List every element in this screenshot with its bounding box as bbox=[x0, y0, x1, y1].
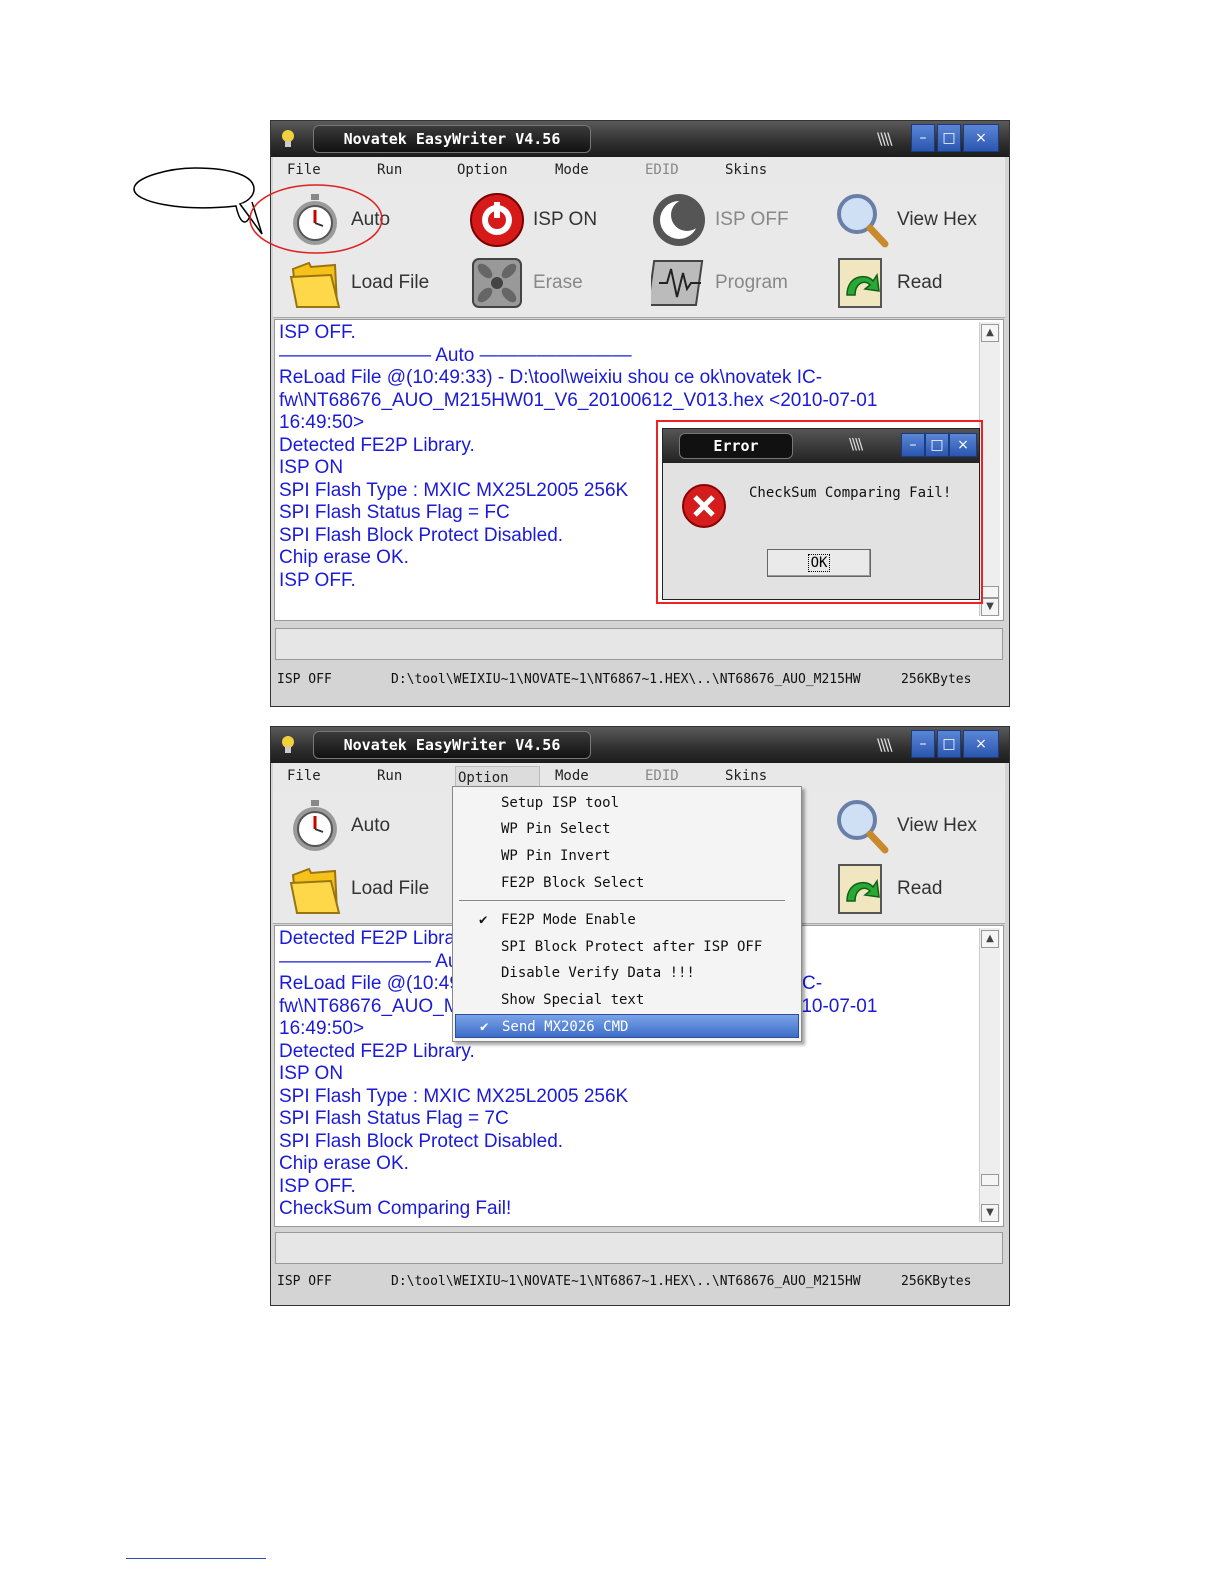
menu-item-label: FE2P Mode Enable bbox=[501, 912, 636, 928]
scroll-thumb[interactable] bbox=[981, 586, 999, 598]
menu-item-label: FE2P Block Select bbox=[501, 875, 645, 891]
menu-item-label: WP Pin Invert bbox=[501, 848, 611, 864]
menu-item-label: SPI Block Protect after ISP OFF bbox=[501, 939, 763, 955]
status-size: 256KBytes bbox=[901, 672, 972, 687]
close-button[interactable]: × bbox=[963, 730, 999, 758]
command-input[interactable] bbox=[275, 1232, 1003, 1264]
status-path: D:\tool\WEIXIU~1\NOVATE~1\NT6867~1.HEX\.… bbox=[391, 672, 861, 687]
window-title: Novatek EasyWriter V4.56 bbox=[313, 731, 591, 759]
menu-item-wp-pin-invert[interactable]: WP Pin Invert bbox=[455, 844, 799, 868]
load-file-button[interactable]: Load File bbox=[287, 861, 429, 917]
error-dialog-title-bar[interactable]: Error \\\\ – □ × bbox=[663, 429, 979, 463]
menu-item-fe2p-block-select[interactable]: FE2P Block Select bbox=[455, 871, 799, 895]
scroll-thumb[interactable] bbox=[981, 1174, 999, 1186]
menu-file[interactable]: File bbox=[287, 768, 321, 784]
log-line: SPI Flash Block Protect Disabled. bbox=[279, 1130, 564, 1152]
status-path: D:\tool\WEIXIU~1\NOVATE~1\NT6867~1.HEX\.… bbox=[391, 1274, 861, 1289]
menu-item-show-special-text[interactable]: Show Special text bbox=[455, 988, 799, 1012]
menu-item-label: Send MX2026 CMD bbox=[502, 1019, 629, 1035]
menu-item-label: Disable Verify Data !!! bbox=[501, 965, 695, 981]
dialog-minimize-button[interactable]: – bbox=[901, 433, 925, 457]
status-bar: ISP OFF D:\tool\WEIXIU~1\NOVATE~1\NT6867… bbox=[275, 668, 1003, 692]
auto-button[interactable]: Auto bbox=[287, 798, 390, 854]
menu-separator bbox=[459, 900, 785, 901]
option-dropdown-menu: Setup ISP tool WP Pin Select WP Pin Inve… bbox=[452, 786, 802, 1042]
error-icon bbox=[682, 484, 726, 528]
menu-item-label: Show Special text bbox=[501, 992, 645, 1008]
stopwatch-icon bbox=[293, 800, 337, 851]
menu-item-disable-verify[interactable]: Disable Verify Data !!! bbox=[455, 961, 799, 985]
menu-item-send-mx2026-cmd[interactable]: ✔ Send MX2026 CMD bbox=[455, 1014, 799, 1038]
ok-button[interactable]: OK bbox=[767, 549, 871, 577]
log-line: ISP OFF. bbox=[279, 1175, 356, 1197]
log-line: Chip erase OK. bbox=[279, 1153, 409, 1174]
dialog-maximize-button[interactable]: □ bbox=[925, 433, 949, 457]
load-file-label: Load File bbox=[351, 878, 430, 899]
log-line: ISP ON bbox=[279, 1063, 344, 1084]
auto-highlight-circle bbox=[249, 184, 383, 254]
callout-bubble bbox=[133, 167, 255, 223]
read-label: Read bbox=[897, 878, 943, 899]
folder-icon bbox=[289, 867, 341, 915]
read-icon bbox=[838, 864, 882, 914]
log-line: fw\NT68676_AUO_M215HW01_V6_20100612_V013… bbox=[279, 389, 878, 411]
menu-edid[interactable]: EDID bbox=[645, 768, 679, 784]
status-size: 256KBytes bbox=[901, 1274, 972, 1289]
title-bar[interactable]: Novatek EasyWriter V4.56 \\\\ – □ × bbox=[271, 727, 1009, 763]
status-state: ISP OFF bbox=[277, 1274, 332, 1289]
minimize-button[interactable]: – bbox=[911, 730, 935, 758]
log-line: SPI Flash Type : MXIC MX25L2005 256K bbox=[279, 1085, 629, 1107]
auto-label: Auto bbox=[351, 815, 391, 836]
checkmark-icon: ✔ bbox=[479, 912, 488, 928]
error-highlight-box: Error \\\\ – □ × CheckSum Comparing Fail… bbox=[656, 420, 983, 604]
menu-mode[interactable]: Mode bbox=[555, 768, 589, 784]
view-hex-label: View Hex bbox=[897, 815, 977, 836]
annotation-callout bbox=[133, 167, 383, 254]
dialog-close-button[interactable]: × bbox=[949, 433, 977, 457]
checkmark-icon: ✔ bbox=[480, 1019, 489, 1035]
view-hex-button[interactable]: View Hex bbox=[833, 798, 977, 854]
footnote-rule bbox=[126, 1558, 266, 1559]
menu-item-label: WP Pin Select bbox=[501, 821, 611, 837]
status-bar: ISP OFF D:\tool\WEIXIU~1\NOVATE~1\NT6867… bbox=[275, 1270, 1003, 1294]
scroll-up-button[interactable]: ▲ bbox=[981, 930, 999, 948]
error-dialog: Error \\\\ – □ × CheckSum Comparing Fail… bbox=[662, 428, 980, 600]
command-input[interactable] bbox=[275, 628, 1003, 660]
maximize-button[interactable]: □ bbox=[937, 730, 961, 758]
log-line: ISP OFF. bbox=[279, 322, 356, 343]
scroll-down-button[interactable]: ▼ bbox=[981, 598, 999, 616]
menu-skins[interactable]: Skins bbox=[725, 768, 767, 784]
app-lightbulb-icon bbox=[282, 736, 294, 753]
menu-item-fe2p-mode-enable[interactable]: ✔ FE2P Mode Enable bbox=[455, 908, 799, 932]
error-dialog-title: Error bbox=[679, 433, 793, 459]
ok-label: OK bbox=[807, 554, 831, 572]
menu-run[interactable]: Run bbox=[377, 768, 402, 784]
status-state: ISP OFF bbox=[277, 672, 332, 687]
scroll-up-button[interactable]: ▲ bbox=[981, 324, 999, 342]
read-button[interactable]: Read bbox=[833, 861, 942, 917]
menu-item-spi-block-protect[interactable]: SPI Block Protect after ISP OFF bbox=[455, 935, 799, 959]
log-line: Detected FE2P Library. bbox=[279, 1040, 475, 1062]
log-line: ReLoad File @(10:49:33) - D:\tool\weixiu… bbox=[279, 367, 823, 388]
log-line: CheckSum Comparing Fail! bbox=[279, 1198, 512, 1219]
title-grip-icon: \\\\ bbox=[849, 435, 863, 453]
menu-item-setup-isp-tool[interactable]: Setup ISP tool bbox=[455, 791, 799, 815]
log-line: SPI Flash Status Flag = 7C bbox=[279, 1108, 509, 1129]
error-message: CheckSum Comparing Fail! bbox=[749, 485, 952, 501]
log-line: ———————— Auto ———————— bbox=[279, 344, 632, 366]
menu-item-label: Setup ISP tool bbox=[501, 795, 620, 811]
log-scrollbar[interactable]: ▲ ▼ bbox=[979, 928, 1000, 1222]
menu-item-wp-pin-select[interactable]: WP Pin Select bbox=[455, 817, 799, 841]
scroll-down-button[interactable]: ▼ bbox=[981, 1204, 999, 1222]
magnifier-icon bbox=[837, 800, 889, 854]
title-grip-icon: \\\\ bbox=[877, 735, 893, 754]
